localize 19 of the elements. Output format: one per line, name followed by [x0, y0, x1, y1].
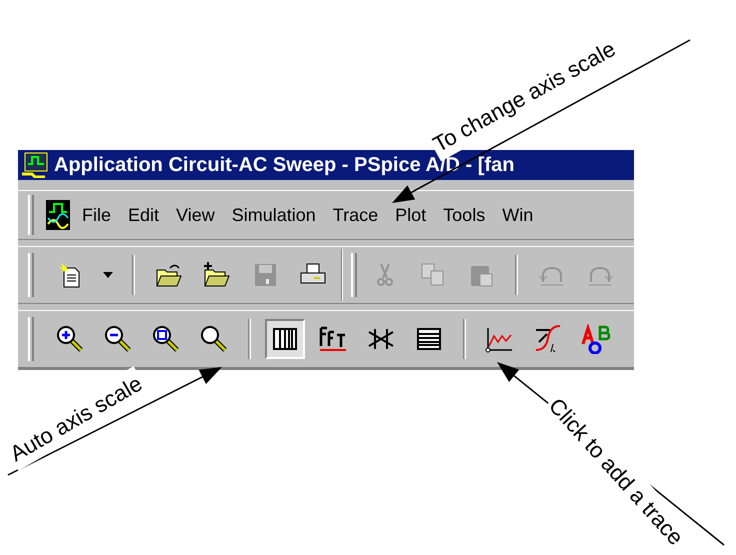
menu-item[interactable]: Win — [502, 202, 534, 228]
app-icon — [22, 152, 50, 178]
menu-item[interactable]: File — [82, 202, 112, 228]
menu-item[interactable]: View — [176, 202, 215, 228]
menu-item[interactable]: Tools — [443, 202, 486, 228]
function-curve-icon — [533, 324, 563, 354]
app-icon — [44, 198, 72, 232]
zoom-area-icon — [151, 324, 181, 354]
fft-icon — [318, 324, 348, 354]
menu-item[interactable]: Simulation — [232, 202, 316, 228]
menu-item[interactable]: Plot — [395, 202, 426, 228]
colored-letters-icon — [581, 324, 611, 354]
menu-item[interactable]: Edit — [128, 202, 160, 228]
menu-item[interactable]: Trace — [332, 202, 378, 228]
zoom-out-icon — [103, 324, 133, 354]
zoom-in-icon — [55, 324, 85, 354]
caret-icon — [103, 272, 113, 278]
toolbar-button[interactable] — [265, 319, 305, 359]
magnifier-icon — [199, 324, 229, 354]
